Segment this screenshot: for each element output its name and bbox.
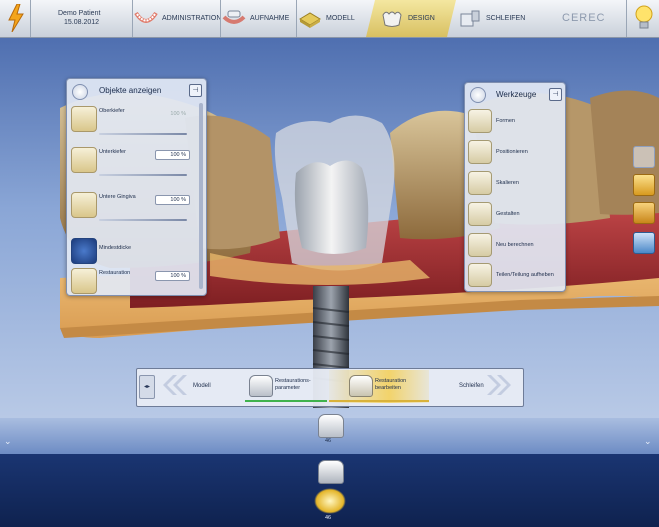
step-progress-bar	[245, 400, 327, 402]
chevron-down-icon[interactable]: ⌄	[644, 436, 652, 447]
tooth-number-1: 46	[325, 438, 332, 444]
opacity-slider[interactable]	[99, 174, 187, 176]
recalculate-icon	[468, 233, 492, 257]
scrollbar[interactable]	[199, 103, 203, 289]
eye-icon	[72, 84, 88, 100]
object-row-restauration[interactable]: Restauration 100 %	[71, 266, 195, 304]
crown-icon	[249, 375, 273, 397]
patient-date: 15.08.2012	[64, 19, 100, 26]
side-sun-icon[interactable]	[633, 174, 655, 196]
step-prev-label[interactable]: Modell	[193, 383, 211, 389]
restoration-icon	[71, 268, 97, 294]
step-administration[interactable]: ADMINISTRATION	[134, 0, 221, 37]
opacity-slider[interactable]	[99, 133, 187, 135]
tool-gestalten[interactable]: Gestalten	[468, 200, 560, 228]
step-active-underline	[329, 400, 429, 402]
next-chevron-icon[interactable]	[487, 373, 515, 402]
opacity-field[interactable]: 100 %	[155, 271, 190, 281]
step-restaurationsparameter[interactable]: Restaurations- parameter	[245, 370, 327, 403]
tool-teilen[interactable]: Teilen/Teilung aufheben	[468, 261, 560, 289]
gingiva-icon	[71, 192, 97, 218]
collapse-toggle[interactable]: ◂▸	[139, 375, 155, 399]
pin-button[interactable]: ⊣	[189, 84, 202, 97]
step-next-label[interactable]: Schleifen	[459, 383, 484, 389]
light-bulb-icon[interactable]	[634, 4, 654, 32]
patient-name: Demo Patient	[58, 10, 101, 17]
side-screen-icon[interactable]	[633, 232, 655, 254]
tool-neu-berechnen[interactable]: Neu berechnen	[468, 231, 560, 259]
restoration-strip-lower: 46	[0, 454, 659, 527]
thickness-icon	[71, 238, 97, 264]
step-schleifen[interactable]: SCHLEIFEN	[458, 0, 530, 37]
restoration-strip-upper: ⌄ ⌄ 46	[0, 414, 659, 454]
tooth-thumbnail-1[interactable]	[318, 414, 344, 438]
3d-view[interactable]: Objekte anzeigen ⊣ Oberkiefer 100 % Unte…	[0, 38, 659, 418]
objects-panel: Objekte anzeigen ⊣ Oberkiefer 100 % Unte…	[66, 78, 207, 296]
upper-jaw-icon	[71, 106, 97, 132]
teeth-arch-icon	[134, 9, 158, 29]
side-flask-icon[interactable]	[633, 202, 655, 224]
sculpt-icon	[468, 202, 492, 226]
split-icon	[468, 263, 492, 287]
position-icon	[468, 140, 492, 164]
brand-logo: CEREC	[562, 12, 606, 24]
crown-edit-icon	[349, 375, 373, 397]
objects-panel-title: Objekte anzeigen	[99, 86, 162, 95]
opacity-slider[interactable]	[99, 219, 187, 221]
model-icon	[298, 9, 322, 29]
top-toolbar: Demo Patient 15.08.2012 ADMINISTRATION A…	[0, 0, 659, 38]
tooth-thumbnail-2[interactable]	[318, 460, 344, 484]
lower-jaw-icon	[71, 147, 97, 173]
opacity-field[interactable]: 100 %	[155, 150, 190, 160]
object-row-untere-gingiva[interactable]: Untere Gingiva 100 %	[71, 190, 195, 228]
tool-positionieren[interactable]: Positionieren	[468, 138, 560, 166]
tooth-thumbnail-selected[interactable]	[314, 488, 346, 514]
step-navigation-bar: ◂▸ Modell Restaurations- parameter Resta…	[136, 368, 524, 407]
chevron-down-icon[interactable]: ⌄	[4, 436, 12, 447]
side-icon-1[interactable]	[633, 146, 655, 168]
tool-skalieren[interactable]: Skalieren	[468, 169, 560, 197]
tools-settings-icon	[470, 87, 486, 103]
object-row-oberkiefer[interactable]: Oberkiefer 100 %	[71, 104, 195, 142]
tool-formen[interactable]: Formen	[468, 107, 560, 135]
camera-scan-icon	[222, 9, 246, 29]
lightning-icon[interactable]	[6, 3, 26, 33]
crown-design-icon	[380, 9, 404, 29]
tooth-number-2: 46	[325, 515, 332, 521]
prev-chevron-icon[interactable]	[159, 373, 187, 402]
step-modell[interactable]: MODELL	[298, 0, 364, 37]
scale-icon	[468, 171, 492, 195]
opacity-field[interactable]: 100 %	[155, 109, 190, 119]
shape-icon	[468, 109, 492, 133]
step-design[interactable]: DESIGN	[366, 0, 456, 37]
pin-button[interactable]: ⊣	[549, 88, 562, 101]
tools-panel: Werkzeuge ⊣ Formen Positionieren Skalier…	[464, 82, 566, 292]
object-row-unterkiefer[interactable]: Unterkiefer 100 %	[71, 145, 195, 183]
step-aufnahme[interactable]: AUFNAHME	[222, 0, 296, 37]
milling-icon	[458, 9, 482, 29]
tools-panel-title: Werkzeuge	[496, 90, 537, 99]
step-restauration-bearbeiten[interactable]: Restauration bearbeiten	[329, 370, 429, 403]
opacity-field[interactable]: 100 %	[155, 195, 190, 205]
